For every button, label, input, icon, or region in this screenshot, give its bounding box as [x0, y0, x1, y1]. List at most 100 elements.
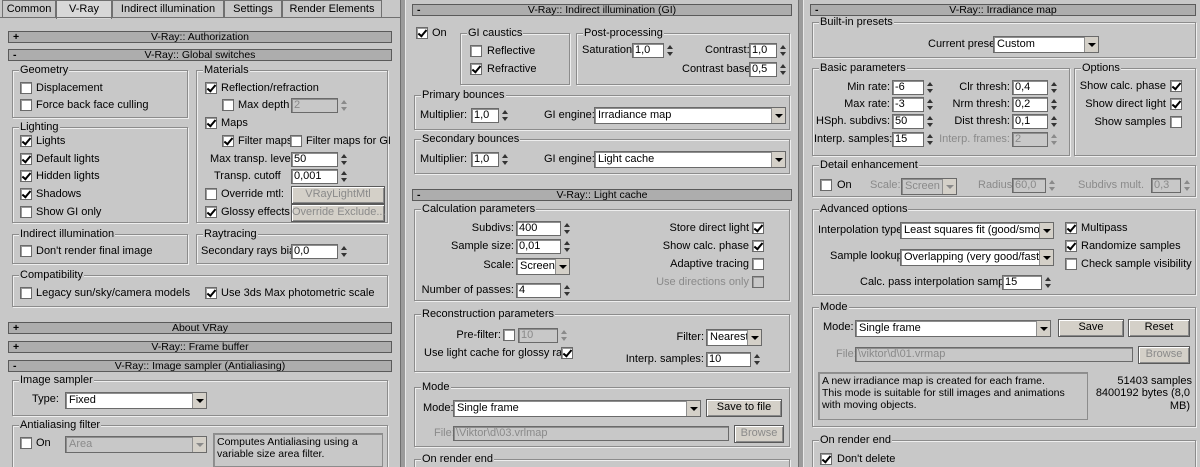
override-mtl-button[interactable]: VRayLightMtl	[291, 186, 385, 204]
current-preset-dropdown[interactable]: Custom	[993, 36, 1099, 53]
show-samples-checkbox[interactable]	[1170, 116, 1182, 128]
scale-dropdown[interactable]: Screen	[516, 258, 570, 275]
detail-scale-dropdown[interactable]: Screen	[901, 178, 957, 195]
detail-on-checkbox[interactable]	[820, 179, 832, 191]
rollout-irradiance-map[interactable]: - V-Ray:: Irradiance map	[810, 4, 1196, 16]
lc-show-calc-checkbox[interactable]	[752, 240, 764, 252]
subdivs-spinner[interactable]: 400	[516, 221, 561, 236]
store-direct-checkbox[interactable]	[752, 222, 764, 234]
secondary-bias-arrows[interactable]	[340, 244, 348, 259]
subdivs-mult-spinner[interactable]: 0,3	[1151, 178, 1181, 193]
dist-thresh-spinner[interactable]: 0,1	[1012, 114, 1048, 129]
photometric-scale-checkbox[interactable]	[205, 287, 217, 299]
max-rate-arrows[interactable]	[926, 97, 934, 112]
hidden-lights-checkbox[interactable]	[20, 170, 32, 182]
sampler-type-dropdown[interactable]: Fixed	[65, 392, 207, 409]
sample-size-arrows[interactable]	[563, 239, 571, 254]
lc-file-field[interactable]: \Viktor\d\03.vrlmap	[453, 426, 729, 441]
contrast-base-arrows[interactable]	[779, 62, 787, 77]
adaptive-tracing-checkbox[interactable]	[752, 258, 764, 270]
override-exclude-button[interactable]: Override Exclude...	[291, 204, 386, 222]
im-interp-samples-arrows[interactable]	[926, 132, 934, 147]
saturation-spinner[interactable]: 1,0	[632, 43, 664, 58]
contrast-spinner[interactable]: 1,0	[749, 43, 777, 58]
im-mode-dropdown[interactable]: Single frame	[855, 320, 1051, 337]
detail-radius-arrows[interactable]	[1048, 178, 1056, 193]
lc-mode-dropdown[interactable]: Single frame	[453, 400, 701, 417]
im-show-calc-checkbox[interactable]	[1170, 80, 1182, 92]
passes-spinner[interactable]: 4	[516, 283, 561, 298]
transp-cutoff-arrows[interactable]	[340, 169, 348, 184]
lc-interp-samples-arrows[interactable]	[753, 352, 761, 367]
interp-frames-arrows[interactable]	[1050, 132, 1058, 147]
tab-indirect-illumination[interactable]: Indirect illumination	[112, 0, 224, 17]
filter-maps-gi-checkbox[interactable]	[290, 135, 302, 147]
max-depth-spinner[interactable]: 2	[291, 98, 338, 113]
transp-cutoff-spinner[interactable]: 0,001	[291, 169, 338, 184]
aa-filter-dropdown[interactable]: Area	[65, 436, 207, 453]
rollout-about-vray[interactable]: + About VRay	[8, 322, 392, 334]
saturation-arrows[interactable]	[666, 43, 674, 58]
contrast-base-spinner[interactable]: 0,5	[749, 62, 777, 77]
check-visibility-checkbox[interactable]	[1065, 258, 1077, 270]
sample-size-spinner[interactable]: 0,01	[516, 239, 561, 254]
passes-arrows[interactable]	[563, 283, 571, 298]
calc-pass-arrows[interactable]	[1044, 275, 1052, 290]
rollout-authorization[interactable]: + V-Ray:: Authorization	[8, 31, 392, 43]
secondary-engine-dropdown[interactable]: Light cache	[594, 151, 786, 168]
filter-dropdown[interactable]: Nearest	[706, 329, 762, 346]
secondary-bias-spinner[interactable]: 0,0	[291, 244, 338, 259]
tab-render-elements[interactable]: Render Elements	[282, 0, 382, 17]
override-mtl-checkbox[interactable]	[205, 188, 217, 200]
sample-lookup-dropdown[interactable]: Overlapping (very good/fast)	[900, 249, 1054, 266]
force-back-face-checkbox[interactable]	[20, 99, 32, 111]
im-browse-button[interactable]: Browse	[1138, 346, 1190, 364]
rollout-image-sampler[interactable]: - V-Ray:: Image sampler (Antialiasing)	[8, 360, 392, 372]
randomize-samples-checkbox[interactable]	[1065, 240, 1077, 252]
tab-settings[interactable]: Settings	[224, 0, 282, 17]
lights-checkbox[interactable]	[20, 135, 32, 147]
prefilter-spinner[interactable]: 10	[518, 328, 558, 343]
filter-maps-checkbox[interactable]	[222, 135, 234, 147]
min-rate-arrows[interactable]	[926, 80, 934, 95]
primary-engine-dropdown[interactable]: Irradiance map	[594, 107, 786, 124]
glossy-effects-checkbox[interactable]	[205, 206, 217, 218]
secondary-multiplier-spinner[interactable]: 1,0	[471, 152, 499, 167]
subdivs-arrows[interactable]	[563, 221, 571, 236]
lc-browse-button[interactable]: Browse	[734, 425, 784, 443]
primary-multiplier-arrows[interactable]	[501, 108, 509, 123]
clr-thresh-spinner[interactable]: 0,4	[1012, 80, 1048, 95]
rollout-frame-buffer[interactable]: + V-Ray:: Frame buffer	[8, 341, 392, 353]
primary-multiplier-spinner[interactable]: 1,0	[471, 108, 499, 123]
gi-on-checkbox[interactable]	[416, 27, 428, 39]
min-rate-spinner[interactable]: -6	[892, 80, 924, 95]
hsph-subdivs-spinner[interactable]: 50	[892, 114, 924, 129]
rollout-indirect-illumination[interactable]: - V-Ray:: Indirect illumination (GI)	[412, 4, 792, 16]
nrm-thresh-spinner[interactable]: 0,2	[1012, 97, 1048, 112]
secondary-multiplier-arrows[interactable]	[501, 152, 509, 167]
shadows-checkbox[interactable]	[20, 188, 32, 200]
dist-thresh-arrows[interactable]	[1050, 114, 1058, 129]
prefilter-checkbox[interactable]	[503, 329, 515, 341]
dont-delete-checkbox[interactable]	[820, 453, 832, 465]
max-transp-arrows[interactable]	[340, 152, 348, 167]
max-depth-arrows[interactable]	[340, 98, 348, 113]
nrm-thresh-arrows[interactable]	[1050, 97, 1058, 112]
lc-interp-samples-spinner[interactable]: 10	[706, 352, 751, 367]
interp-type-dropdown[interactable]: Least squares fit (good/smooth	[900, 222, 1054, 239]
subdivs-mult-arrows[interactable]	[1183, 178, 1191, 193]
refractive-checkbox[interactable]	[470, 63, 482, 75]
reflection-refraction-checkbox[interactable]	[205, 82, 217, 94]
im-save-button[interactable]: Save	[1058, 319, 1124, 337]
detail-radius-spinner[interactable]: 60,0	[1012, 178, 1046, 193]
im-interp-samples-spinner[interactable]: 15	[892, 132, 924, 147]
max-transp-spinner[interactable]: 50	[291, 152, 338, 167]
show-direct-checkbox[interactable]	[1170, 98, 1182, 110]
default-lights-checkbox[interactable]	[20, 153, 32, 165]
im-file-field[interactable]: \viktor\d\01.vrmap	[855, 347, 1133, 362]
prefilter-arrows[interactable]	[560, 328, 568, 343]
dont-render-final-checkbox[interactable]	[20, 245, 32, 257]
displacement-checkbox[interactable]	[20, 82, 32, 94]
contrast-arrows[interactable]	[779, 43, 787, 58]
max-rate-spinner[interactable]: -3	[892, 97, 924, 112]
